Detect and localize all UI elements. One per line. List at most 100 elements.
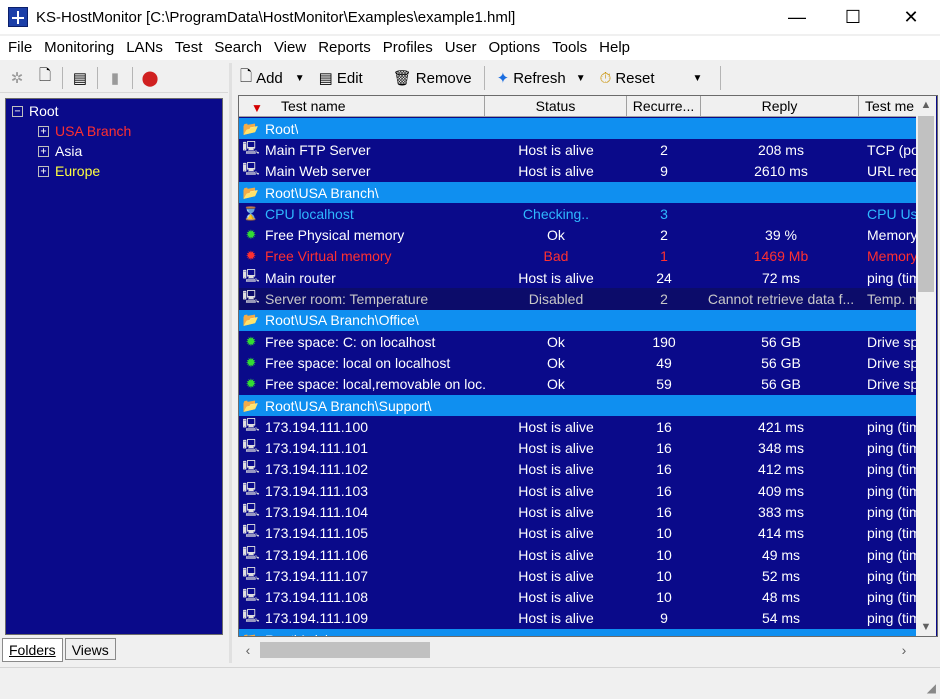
folder-row[interactable]: 📂 Root\USA Branch\Support\: [239, 394, 916, 417]
menu-search[interactable]: Search: [208, 36, 268, 60]
horizontal-scrollbar[interactable]: ‹ ›: [238, 639, 916, 661]
tree-item-root[interactable]: − Root: [6, 101, 222, 121]
test-reply: 348 ms: [758, 440, 804, 457]
test-name: 173.194.111.106: [265, 546, 369, 563]
remove-button[interactable]: 🗑 Remove: [389, 65, 476, 91]
test-recurrence: 2: [660, 227, 668, 244]
column-header-test-name[interactable]: ▼ Test name: [239, 96, 485, 117]
table-row[interactable]: 🖳 173.194.111.107 Host is alive 10 52 ms ping…: [239, 565, 916, 586]
new-folder-icon[interactable]: ✲: [6, 67, 28, 89]
table-row[interactable]: ✹ Free Virtual memory Bad 1 1469 Mb Memory: [239, 246, 916, 267]
table-row[interactable]: 🖳 173.194.111.105 Host is alive 10 414 ms pin…: [239, 523, 916, 544]
tab-folders[interactable]: Folders: [2, 638, 63, 662]
menu-file[interactable]: File: [2, 36, 38, 60]
menu-profiles[interactable]: Profiles: [377, 36, 439, 60]
table-row[interactable]: 🖳 173.194.111.104 Host is alive 16 383 ms pin…: [239, 501, 916, 522]
table-row[interactable]: ✹ Free space: local,removable on loc... Ok…: [239, 374, 916, 395]
edit-button[interactable]: ▤ Edit: [315, 65, 367, 91]
menu-user[interactable]: User: [439, 36, 483, 60]
tree-item-asia[interactable]: + Asia: [6, 141, 222, 161]
table-row[interactable]: 🖳 Main FTP Server Host is alive 2 208 ms TCP …: [239, 139, 916, 160]
test-status: Disabled: [528, 291, 584, 308]
table-row[interactable]: ⌛ CPU localhost Checking.. 3 CPU Us: [239, 203, 916, 224]
menu-help[interactable]: Help: [593, 36, 636, 60]
trash-icon[interactable]: ▮: [104, 67, 126, 89]
computer-icon: 🖳: [242, 565, 260, 581]
horizontal-scroll-thumb[interactable]: [260, 642, 430, 658]
table-row[interactable]: 🖳 Server room: Temperature Disabled 2 Cannot…: [239, 288, 916, 310]
new-file-icon[interactable]: 🗋: [34, 67, 56, 89]
reset-dropdown-icon[interactable]: ▼: [693, 73, 703, 84]
menu-options[interactable]: Options: [482, 36, 546, 60]
menu-monitoring[interactable]: Monitoring: [38, 36, 120, 60]
test-method: ping (tim: [867, 440, 916, 457]
scroll-right-icon[interactable]: ›: [894, 639, 914, 661]
table-row[interactable]: 🖳 173.194.111.106 Host is alive 10 49 ms ping…: [239, 544, 916, 565]
vertical-scroll-thumb[interactable]: [918, 116, 934, 292]
table-row[interactable]: 🖳 173.194.111.102 Host is alive 16 412 ms pin…: [239, 459, 916, 480]
tree-item-label: Europe: [55, 163, 101, 179]
test-list[interactable]: ▼ Test name Status Recurre... Reply Test …: [238, 95, 938, 637]
table-row[interactable]: 🖳 173.194.111.101 Host is alive 16 348 ms pin…: [239, 437, 916, 458]
panel-splitter[interactable]: [229, 63, 232, 663]
reset-label: Reset: [615, 69, 655, 87]
menu-tools[interactable]: Tools: [546, 36, 593, 60]
table-row[interactable]: 🖳 173.194.111.103 Host is alive 16 409 ms pin…: [239, 480, 916, 501]
column-header-test-method[interactable]: Test me: [859, 96, 919, 117]
menu-lans[interactable]: LANs: [120, 36, 169, 60]
column-header-reply[interactable]: Reply: [701, 96, 859, 117]
test-recurrence: 16: [656, 461, 672, 478]
maximize-button[interactable]: ☐: [824, 0, 882, 34]
expand-icon[interactable]: +: [38, 165, 49, 177]
computer-icon: 🖳: [242, 608, 260, 624]
menu-view[interactable]: View: [268, 36, 312, 60]
minimize-button[interactable]: —: [768, 0, 826, 34]
scroll-left-icon[interactable]: ‹: [238, 639, 258, 661]
tree-item-usa-branch[interactable]: + USA Branch: [6, 121, 222, 141]
scroll-up-icon[interactable]: ▲: [916, 96, 936, 114]
test-method: ping (tim: [867, 567, 916, 584]
column-header-status[interactable]: Status: [485, 96, 627, 117]
table-row[interactable]: ✹ Free Physical memory Ok 2 39 % Memory: [239, 224, 916, 245]
folder-icon: 📂: [242, 397, 260, 413]
table-row[interactable]: ✹ Free space: C: on localhost Ok 190 56 GB Dr…: [239, 331, 916, 352]
remove-label: Remove: [415, 69, 472, 87]
folder-properties-icon[interactable]: ▤: [69, 67, 91, 89]
folder-tree[interactable]: − Root + USA Branch + Asia + Europe: [5, 98, 223, 635]
folder-row[interactable]: 📂 Root\: [239, 118, 916, 140]
reset-button[interactable]: ⏱ Reset: [596, 65, 659, 91]
test-recurrence: 190: [652, 333, 676, 350]
folder-row[interactable]: 📂 Root\USA Branch\: [239, 181, 916, 204]
add-dropdown-icon[interactable]: ▼: [295, 73, 305, 84]
collapse-icon[interactable]: −: [12, 105, 23, 117]
scroll-down-icon[interactable]: ▼: [916, 618, 936, 636]
refresh-button[interactable]: ✦ Refresh: [493, 65, 570, 91]
test-reply: 49 ms: [761, 546, 801, 563]
table-row[interactable]: 🖳 173.194.111.109 Host is alive 9 54 ms ping …: [239, 608, 916, 629]
resize-grip-icon[interactable]: ◢: [927, 681, 936, 695]
test-name: Free Physical memory: [265, 227, 405, 244]
expand-icon[interactable]: +: [38, 145, 49, 157]
tree-item-europe[interactable]: + Europe: [6, 161, 222, 181]
table-row[interactable]: 🖳 173.194.111.108 Host is alive 10 48 ms ping…: [239, 587, 916, 608]
table-row[interactable]: ✹ Free space: local on localhost Ok 49 56 GB…: [239, 352, 916, 373]
table-row[interactable]: 🖳 Main Web server Host is alive 9 2610 ms URL…: [239, 161, 916, 182]
column-header-recurrence[interactable]: Recurre...: [627, 96, 701, 117]
computer-icon: 🖳: [242, 587, 260, 603]
menu-test[interactable]: Test: [169, 36, 209, 60]
close-button[interactable]: ✕: [882, 0, 940, 34]
refresh-dropdown-icon[interactable]: ▼: [576, 73, 586, 84]
folder-row[interactable]: 📂Root\Asia\: [239, 629, 916, 636]
add-button[interactable]: 🗋 Add: [236, 65, 287, 91]
menu-reports[interactable]: Reports: [312, 36, 377, 60]
folder-row[interactable]: 📂 Root\USA Branch\Office\: [239, 309, 916, 331]
color-palette-icon[interactable]: ⬤: [139, 67, 161, 89]
table-row[interactable]: 🖳 Main router Host is alive 24 72 ms ping (ti…: [239, 267, 916, 288]
vertical-scrollbar[interactable]: ▲ ▼: [916, 96, 936, 636]
test-reply: 414 ms: [758, 525, 804, 542]
test-reply: 52 ms: [761, 567, 801, 584]
folder-path: Root\USA Branch\Support\: [265, 397, 432, 414]
expand-icon[interactable]: +: [38, 125, 49, 137]
tab-views[interactable]: Views: [64, 638, 116, 660]
table-row[interactable]: 🖳 173.194.111.100 Host is alive 16 421 ms pin…: [239, 416, 916, 437]
